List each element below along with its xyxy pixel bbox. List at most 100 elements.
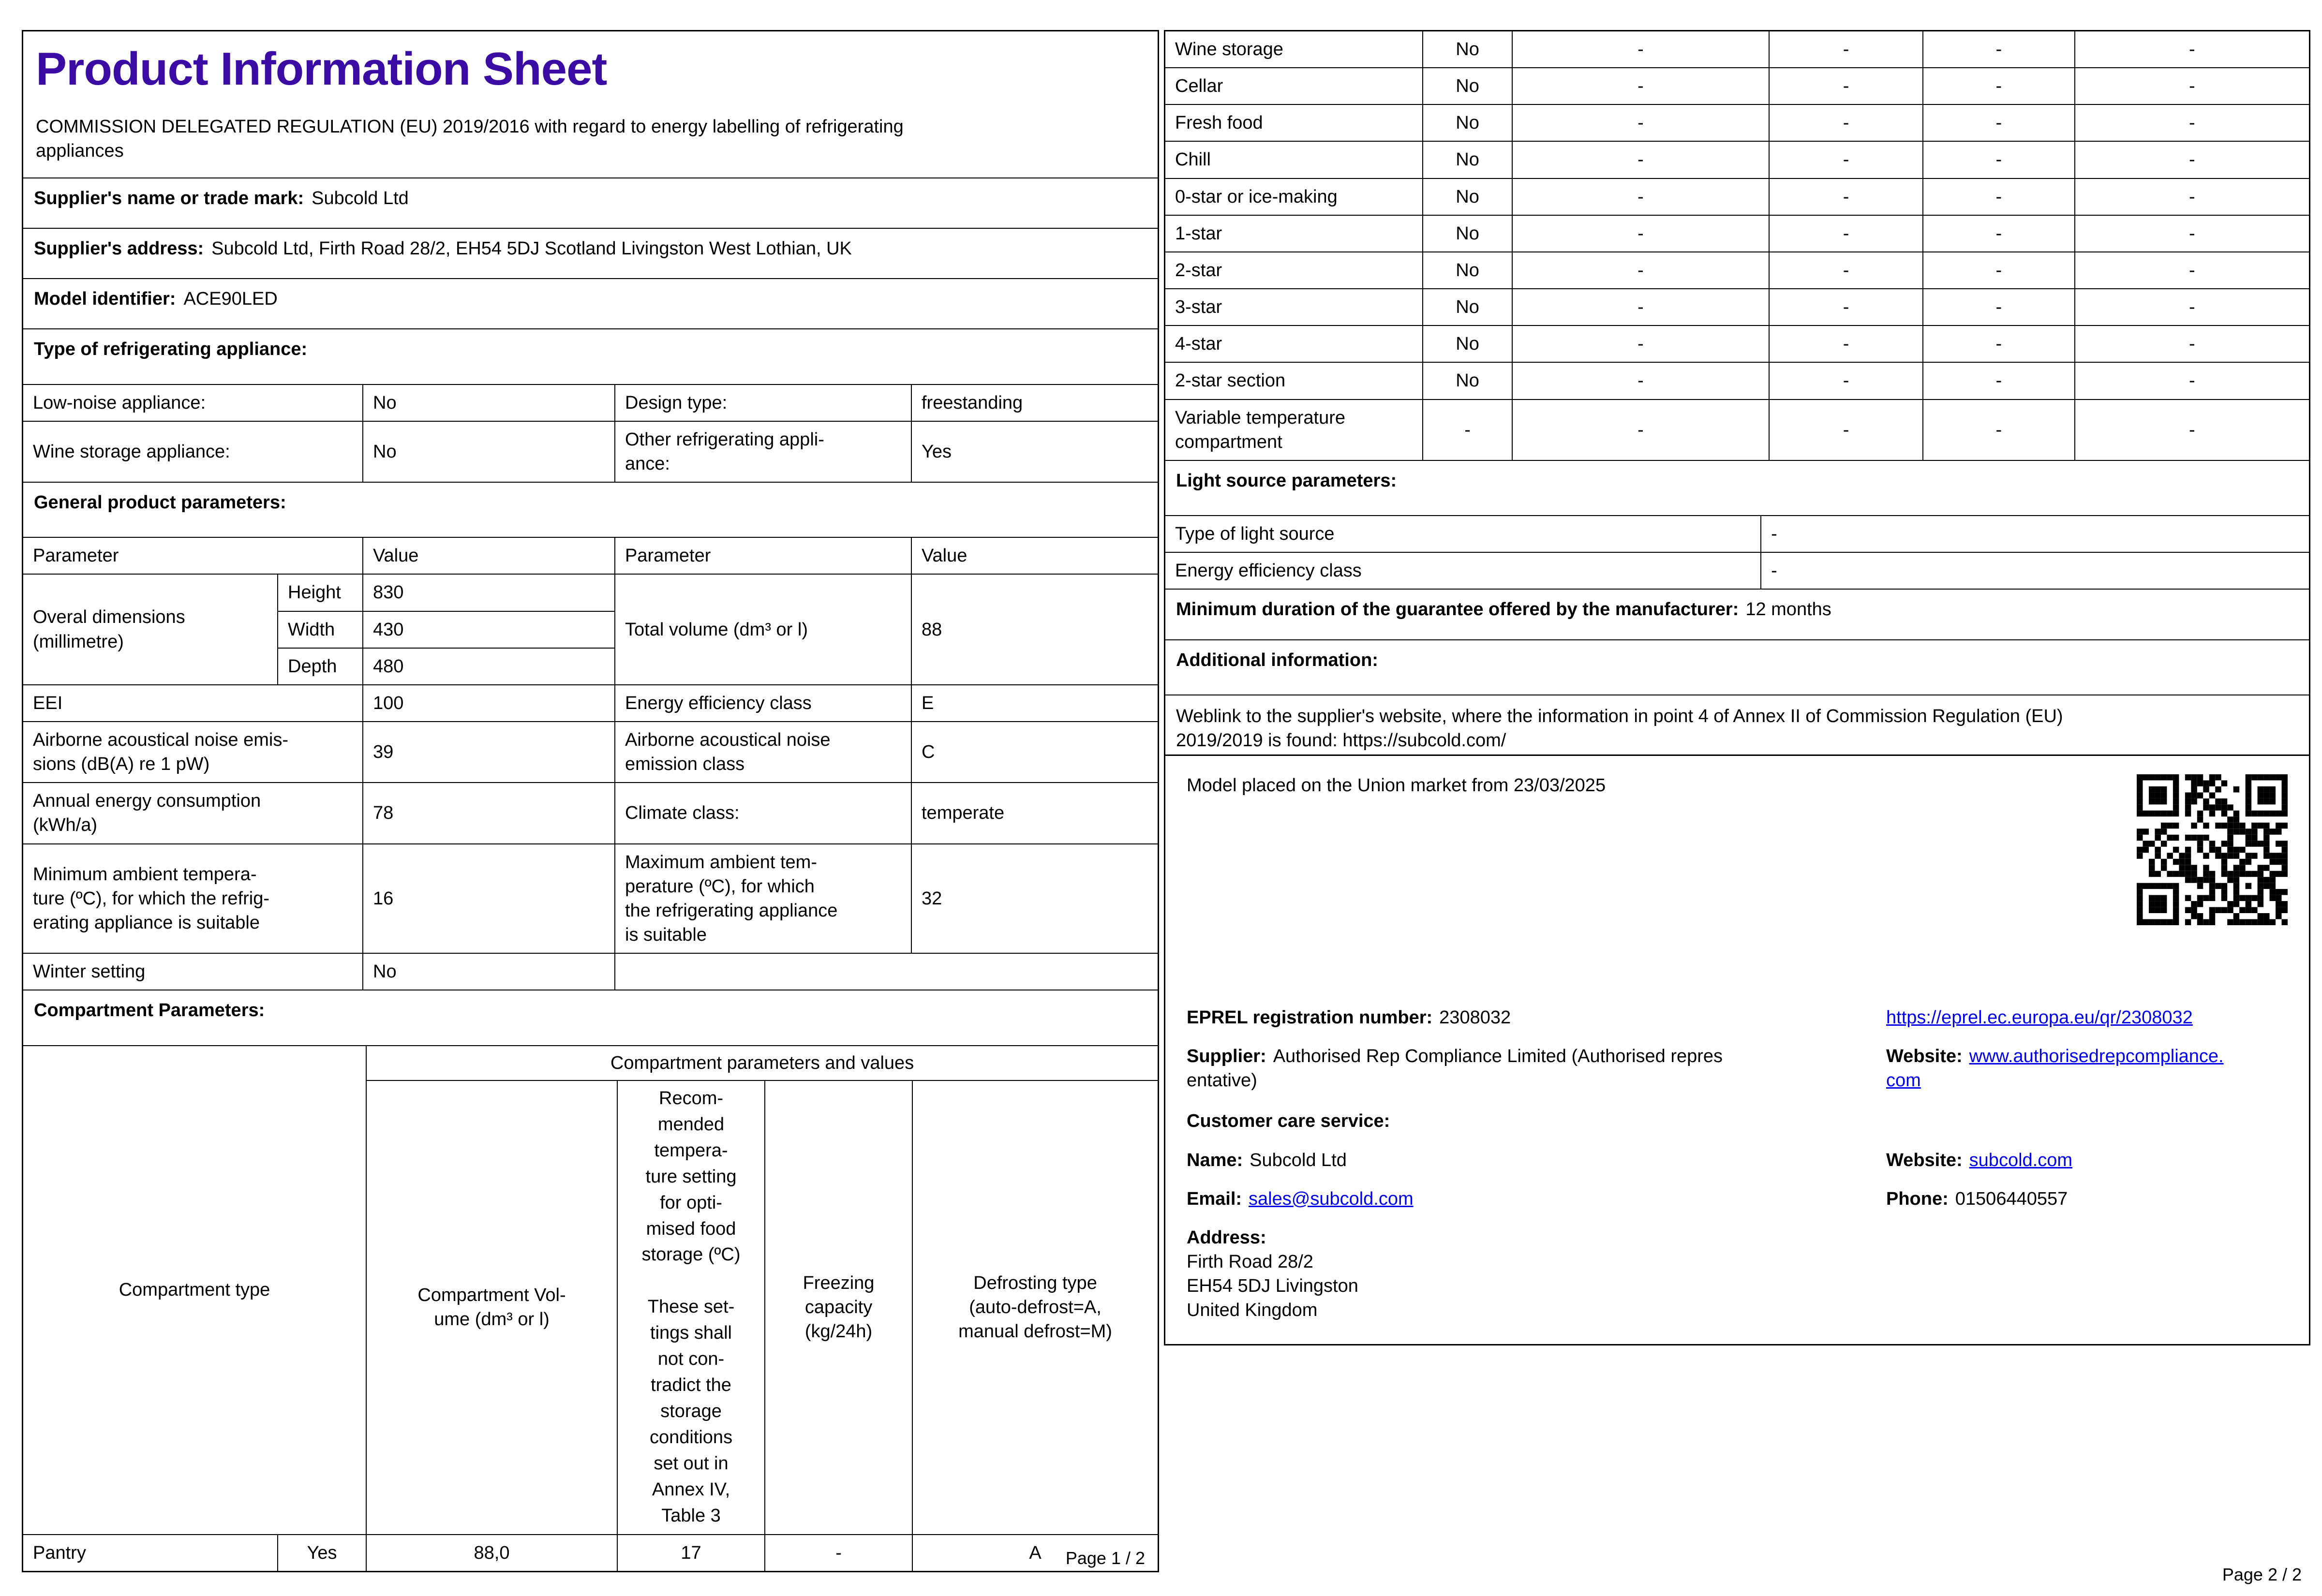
compartment-cell: - bbox=[1922, 30, 2075, 69]
compartment-cell: - bbox=[1769, 141, 1923, 179]
noise-label: Airborne acoustical noise emis- sions (d… bbox=[23, 721, 363, 783]
light-type-label: Type of light source bbox=[1164, 516, 1762, 553]
care-website-link[interactable]: subcold.com bbox=[1969, 1150, 2072, 1170]
compartment-cell: - bbox=[1769, 251, 1923, 290]
compartment-cell: - bbox=[1769, 362, 1923, 400]
guarantee-value: 12 months bbox=[1745, 599, 1831, 620]
col-freezing-capacity: Freezing capacity (kg/24h) bbox=[764, 1079, 913, 1535]
eprel-value: 2308032 bbox=[1439, 1007, 1511, 1028]
model-identifier-label: Model identifier: bbox=[34, 289, 176, 310]
compartment-cell: - bbox=[1922, 67, 2075, 105]
care-name-label: Name: bbox=[1187, 1150, 1243, 1170]
compartment-row-label: Chill bbox=[1164, 141, 1424, 179]
care-phone-value: 01506440557 bbox=[1955, 1188, 2068, 1209]
care-email-label: Email: bbox=[1187, 1188, 1242, 1209]
compartment-cell: - bbox=[2074, 251, 2310, 290]
compartment-cell: - bbox=[2074, 30, 2310, 69]
general-parameters-table: Parameter Value Parameter Value Overal d… bbox=[23, 537, 1158, 990]
compartment-cell: - bbox=[1769, 399, 1923, 460]
compartment-row-label: 2-star section bbox=[1164, 362, 1424, 400]
model-placed-text: Model placed on the Union market from 23… bbox=[1187, 775, 1606, 796]
compartment-table-wrap: Compartment type Compartment parameters … bbox=[22, 1045, 1159, 1572]
compartment-cell: - bbox=[1511, 104, 1770, 142]
col-parameter-1: Parameter bbox=[23, 537, 363, 575]
light-source-header: Light source parameters: bbox=[1165, 459, 2309, 515]
col-compartment-type: Compartment type bbox=[22, 1045, 367, 1535]
compartment-section-header: Compartment Parameters: bbox=[23, 990, 1158, 1045]
col-value-2: Value bbox=[911, 537, 1158, 575]
col-parameter-2: Parameter bbox=[614, 537, 912, 575]
compartment-present: No bbox=[1422, 104, 1513, 142]
ambient-temperature-row: Minimum ambient tempera- ture (ºC), for … bbox=[23, 843, 1158, 954]
care-website-label: Website: bbox=[1886, 1150, 1963, 1170]
compartment-row-label: 4-star bbox=[1164, 325, 1424, 363]
total-volume-label: Total volume (dm³ or l) bbox=[614, 574, 912, 685]
other-appliance-value: Yes bbox=[911, 420, 1158, 483]
energy-class-value: E bbox=[911, 684, 1158, 723]
compartment-cell: - bbox=[1511, 177, 1770, 216]
compartment-cell: - bbox=[1511, 325, 1770, 363]
table-row: Wine storage appliance: No Other refrige… bbox=[23, 420, 1158, 483]
compartment-cell: - bbox=[1769, 325, 1923, 363]
compartment-row: Fresh food No - - - - bbox=[1164, 104, 2310, 142]
compartment-row: 2-star section No - - - - bbox=[1164, 362, 2310, 400]
page1-footer: Page 1 / 2 bbox=[1065, 1548, 1145, 1568]
care-email-link[interactable]: sales@subcold.com bbox=[1249, 1189, 1414, 1209]
table-header-row: Parameter Value Parameter Value bbox=[23, 537, 1158, 575]
address-block: Address: Firth Road 28/2 EH54 5DJ Living… bbox=[1187, 1226, 2288, 1323]
compartment-cell: - bbox=[2074, 325, 2310, 363]
width-value: 430 bbox=[362, 610, 615, 649]
low-noise-label: Low-noise appliance: bbox=[23, 384, 363, 422]
address-lines: Firth Road 28/2 EH54 5DJ Livingston Unit… bbox=[1187, 1252, 1358, 1321]
compartment-present: No bbox=[1422, 362, 1513, 400]
rep-website: Website: www.authorisedrepcompliance. com bbox=[1886, 1044, 2288, 1093]
compartment-row: 0-star or ice-making No - - - - bbox=[1164, 177, 2310, 216]
model-placed-row: Model placed on the Union market from 23… bbox=[1187, 773, 2288, 991]
supplier-address-row: Supplier's address: Subcold Ltd, Firth Ro… bbox=[23, 228, 1158, 278]
winter-setting-empty bbox=[614, 953, 1158, 990]
compartment-cell: - bbox=[1769, 288, 1923, 326]
care-name-value: Subcold Ltd bbox=[1250, 1150, 1347, 1170]
noise-class-label: Airborne acoustical noise emission class bbox=[614, 721, 912, 783]
compartment-present: No bbox=[1422, 177, 1513, 216]
supplier-name-value: Subcold Ltd bbox=[312, 188, 409, 208]
supplier-rep-value: Authorised Rep Compliance Limited (Autho… bbox=[1187, 1046, 1723, 1091]
compartment-present: No bbox=[1422, 325, 1513, 363]
compartment-header-row-1: Compartment type Compartment parameters … bbox=[22, 1045, 1159, 1535]
general-section-header: General product parameters: bbox=[23, 482, 1158, 537]
eei-value: 100 bbox=[362, 684, 615, 723]
noise-class-value: C bbox=[911, 721, 1158, 783]
type-table-wrap: Low-noise appliance: No Design type: fre… bbox=[23, 384, 1158, 483]
min-ambient-value: 16 bbox=[362, 843, 615, 954]
compartment-cell: - bbox=[1511, 30, 1770, 69]
care-phone: Phone: 01506440557 bbox=[1886, 1187, 2288, 1211]
compartment-cell: - bbox=[1922, 288, 2075, 326]
eprel-link[interactable]: https://eprel.ec.europa.eu/qr/2308032 bbox=[1886, 1007, 2193, 1028]
supplier-address-label: Supplier's address: bbox=[34, 238, 204, 259]
compartment-cell: - bbox=[1511, 251, 1770, 290]
page2-footer: Page 2 / 2 bbox=[2222, 1565, 2302, 1584]
winter-setting-label: Winter setting bbox=[23, 953, 363, 990]
winter-setting-row: Winter setting No bbox=[23, 953, 1158, 990]
compartment-present: No bbox=[1422, 67, 1513, 105]
light-class-label: Energy efficiency class bbox=[1164, 552, 1762, 590]
col-compartment-params: Compartment parameters and values bbox=[366, 1045, 1159, 1081]
compartment-row-label: 2-star bbox=[1164, 251, 1424, 290]
compartment-continuation-wrap: Wine storage No - - - - Cellar No - - - … bbox=[1164, 30, 2310, 460]
compartment-cell: - bbox=[2074, 288, 2310, 326]
compartment-cell: - bbox=[1922, 214, 2075, 252]
compartment-cell: - bbox=[1922, 362, 2075, 400]
compartment-cell: - bbox=[1769, 177, 1923, 216]
light-type-value: - bbox=[1760, 516, 2309, 553]
care-email: Email: sales@subcold.com bbox=[1187, 1187, 1881, 1211]
eei-row: EEI 100 Energy efficiency class E bbox=[23, 684, 1158, 723]
compartment-cell: - bbox=[1922, 399, 2075, 460]
care-website: Website: subcold.com bbox=[1886, 1148, 2288, 1172]
page2-sheet: Wine storage No - - - - Cellar No - - - … bbox=[1164, 30, 2310, 783]
dimensions-row-height: Overal dimensions (millimetre) Height 83… bbox=[23, 574, 1158, 685]
supplier-name-row: Supplier's name or trade mark: Subcold Lt… bbox=[23, 177, 1158, 228]
supplier-rep: Supplier: Authorised Rep Compliance Limit… bbox=[1187, 1044, 1881, 1093]
col-compartment-volume: Compartment Vol- ume (dm³ or l) bbox=[366, 1079, 618, 1535]
compartment-row: Cellar No - - - - bbox=[1164, 67, 2310, 105]
eprel-row: EPREL registration number: 2308032 https:… bbox=[1187, 1005, 2288, 1030]
